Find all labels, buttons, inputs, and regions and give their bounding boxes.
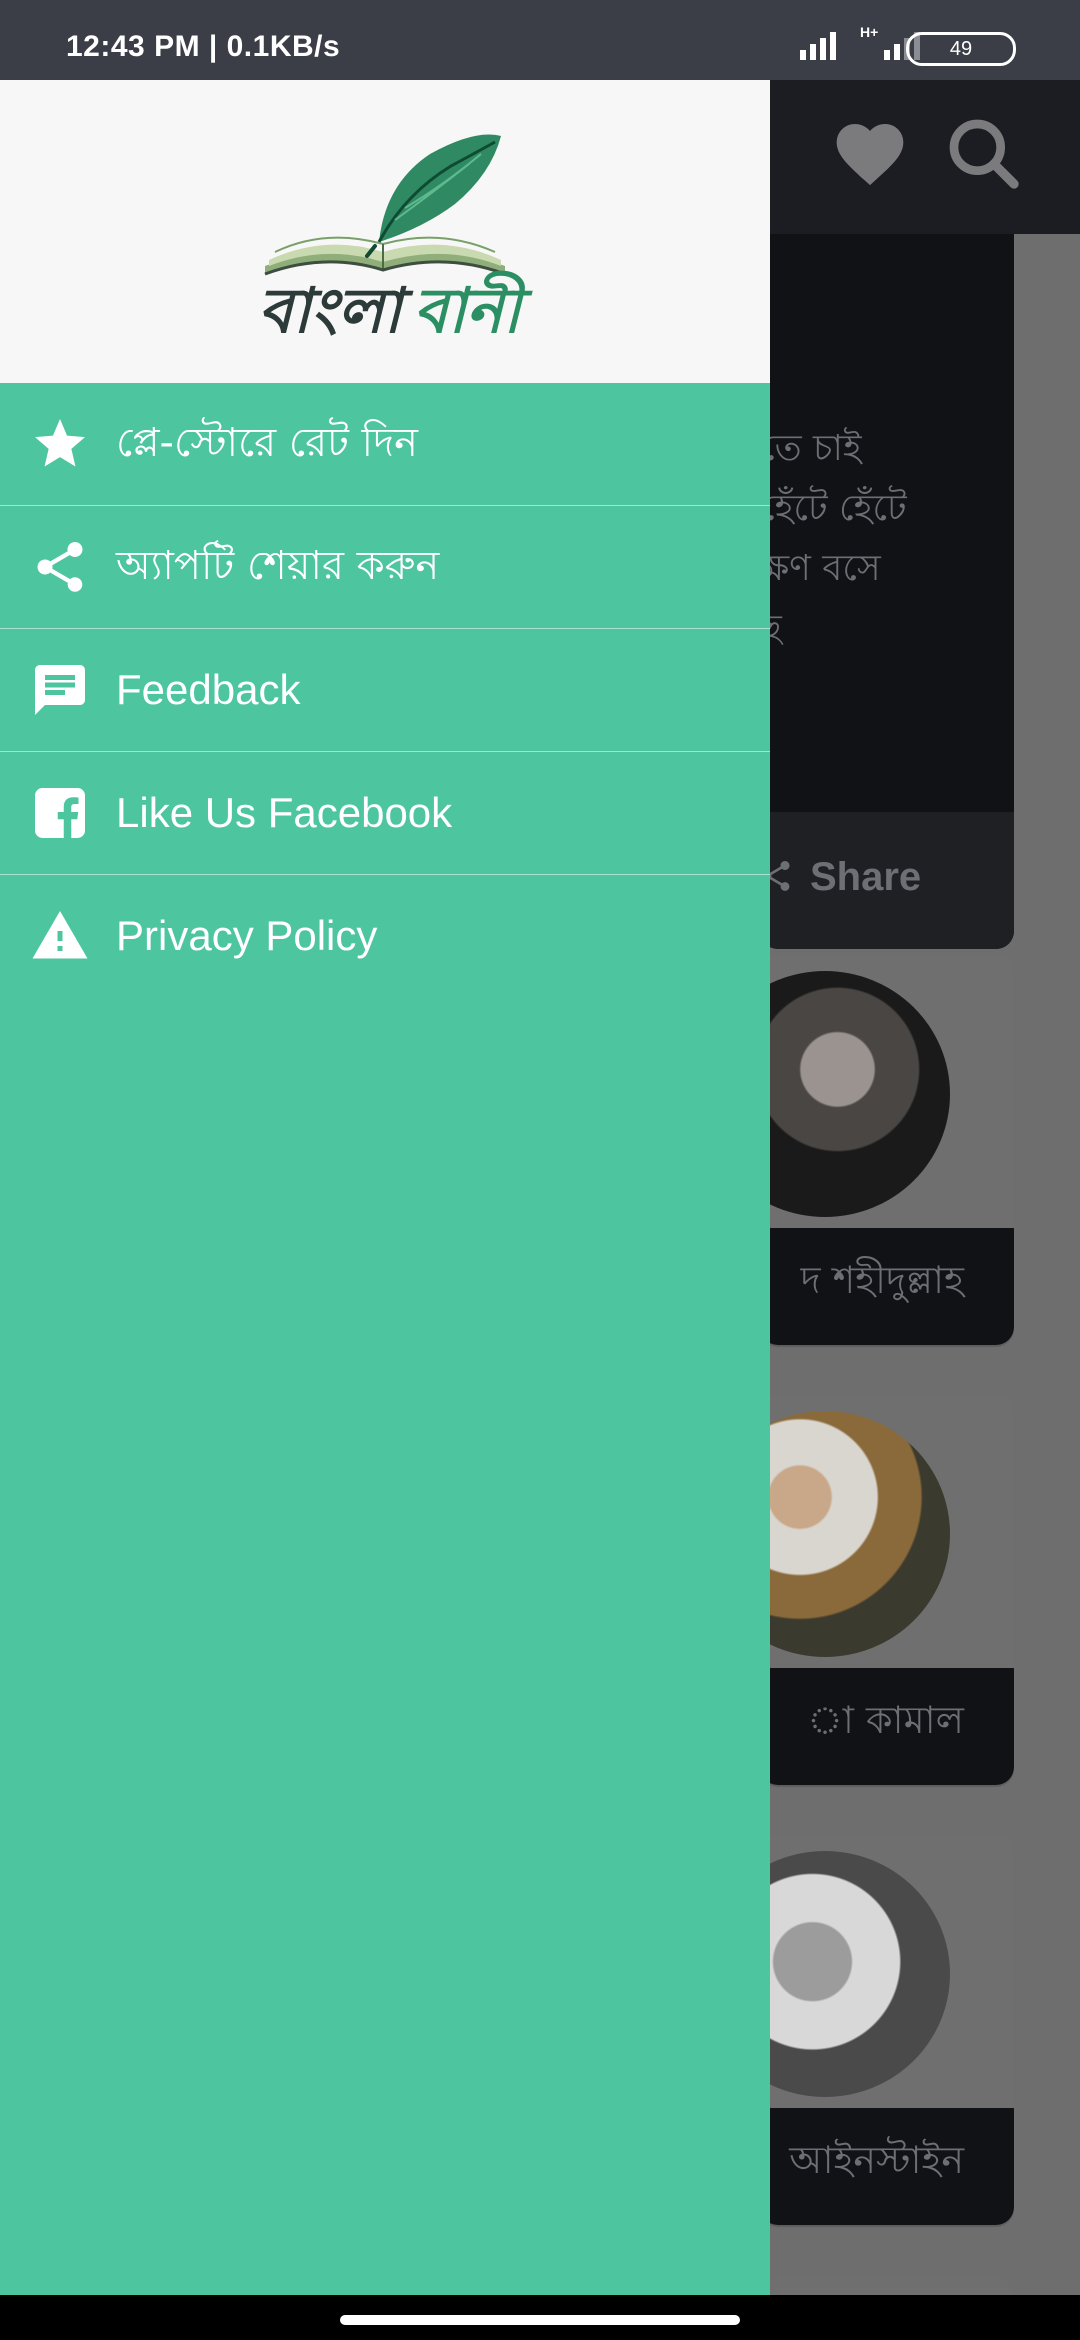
menu-item-label: অ্যাপটি শেয়ার করুন bbox=[116, 542, 440, 589]
author-name: া কামাল bbox=[807, 1698, 964, 1742]
menu-item-share-app[interactable]: অ্যাপটি শেয়ার করুন bbox=[0, 506, 770, 629]
drawer-header: বাংলা বানী bbox=[0, 80, 770, 383]
author-avatar bbox=[760, 971, 950, 1217]
menu-item-label: Feedback bbox=[116, 666, 301, 713]
quote-card: তে চাই হেঁটে হেঁটে ক্ষণ বসে ছ bbox=[760, 234, 1014, 949]
author-name-strip: আইনস্টাইন bbox=[760, 2108, 1014, 2225]
facebook-icon bbox=[35, 788, 85, 838]
menu-item-label: Like Us Facebook bbox=[116, 789, 453, 836]
signal-indicators: H+ bbox=[800, 24, 920, 60]
system-navigation-bar bbox=[0, 2295, 1080, 2340]
quote-text: তে চাই হেঁটে হেঁটে ক্ষণ বসে ছ bbox=[760, 428, 907, 649]
warning-icon bbox=[32, 911, 88, 959]
menu-item-label: Privacy Policy bbox=[116, 912, 378, 959]
author-card[interactable]: আইনস্টাইন bbox=[760, 1835, 1014, 2225]
author-card[interactable]: দ শহীদুল্লাহ bbox=[760, 955, 1014, 1345]
menu-item-facebook[interactable]: Like Us Facebook bbox=[0, 752, 770, 875]
star-icon bbox=[35, 419, 85, 467]
share-icon bbox=[37, 542, 83, 592]
menu-item-feedback[interactable]: Feedback bbox=[0, 629, 770, 752]
heart-icon[interactable] bbox=[830, 114, 910, 194]
battery-icon: 49 bbox=[906, 32, 1016, 66]
feedback-icon bbox=[35, 665, 85, 715]
logo-word-2: বানী bbox=[413, 274, 521, 347]
drawer-menu: প্লে-স্টোরে রেট দিন অ্যাপটি শেয়ার করুন … bbox=[0, 383, 770, 997]
status-time: 12:43 PM | 0.1KB/s bbox=[66, 30, 341, 63]
app-logo-text: বাংলা বানী bbox=[258, 264, 521, 367]
menu-item-rate-app[interactable]: প্লে-স্টোরে রেট দিন bbox=[0, 383, 770, 506]
author-name-strip: া কামাল bbox=[760, 1668, 1014, 1785]
author-avatar bbox=[760, 1851, 950, 2097]
menu-item-label: প্লে-স্টোরে রেট দিন bbox=[116, 419, 418, 466]
menu-item-privacy-policy[interactable]: Privacy Policy bbox=[0, 875, 770, 997]
signal-strength-icon bbox=[800, 28, 836, 60]
network-type-label: H+ bbox=[860, 24, 879, 40]
home-gesture-bar[interactable] bbox=[340, 2315, 740, 2325]
author-avatar bbox=[760, 1411, 950, 1657]
author-name: দ শহীদুল্লাহ bbox=[800, 1258, 964, 1302]
search-icon[interactable] bbox=[944, 114, 1024, 194]
share-button[interactable]: Share bbox=[810, 855, 921, 900]
author-name-strip: দ শহীদুল্লাহ bbox=[760, 1228, 1014, 1345]
author-card[interactable]: া কামাল bbox=[760, 1395, 1014, 1785]
navigation-drawer: বাংলা বানী প্লে-স্টোরে রেট দিন অ্যাপটি শে… bbox=[0, 80, 770, 2295]
author-name: আইনস্টাইন bbox=[789, 2138, 964, 2182]
status-bar: 12:43 PM | 0.1KB/s H+ 49 bbox=[0, 0, 1080, 80]
logo-word-1: বাংলা bbox=[258, 274, 402, 347]
